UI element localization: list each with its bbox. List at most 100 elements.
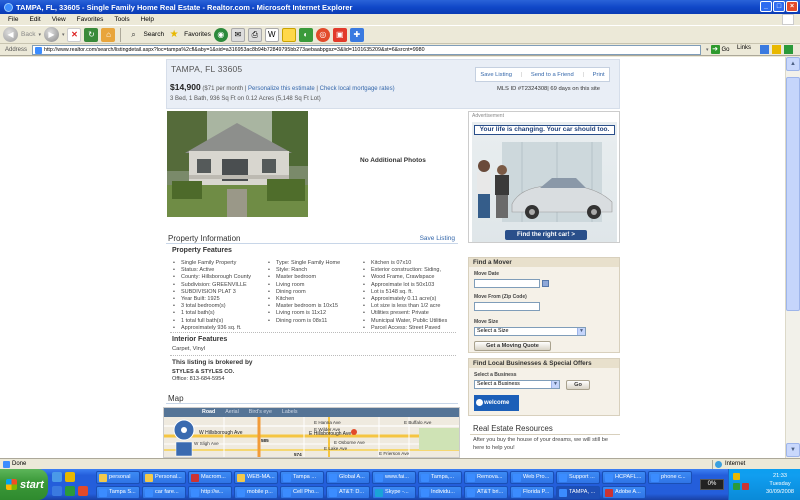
research-icon[interactable]: ◐ — [298, 27, 313, 42]
scroll-thumb[interactable] — [786, 77, 800, 311]
ie-quick-icon[interactable] — [52, 486, 62, 496]
map-tab-road[interactable]: Road — [202, 409, 215, 415]
taskbar-item[interactable]: Individu... — [418, 486, 462, 499]
menu-file[interactable]: File — [8, 16, 18, 23]
taskbar-item[interactable]: Skype -... — [372, 486, 416, 499]
map-tab-birdseye[interactable]: Bird's eye — [249, 409, 272, 415]
taskbar-item[interactable]: mobile p... — [234, 486, 278, 499]
taskbar-item-active[interactable]: TAMPA, ... — [556, 486, 600, 499]
address-dropdown-icon[interactable]: ▾ — [706, 47, 709, 53]
clock[interactable]: 21:33 Tuesday 30/09/2008 — [766, 472, 794, 496]
move-date-input[interactable] — [474, 279, 540, 288]
favorites-icon[interactable]: ★ — [167, 28, 181, 42]
taskbar-item[interactable]: Tampa ... — [280, 471, 324, 484]
links-label[interactable]: Links — [737, 45, 751, 51]
menu-edit[interactable]: Edit — [29, 16, 40, 23]
business-go-button[interactable]: Go — [566, 380, 590, 390]
forward-dropdown-icon[interactable]: ▾ — [62, 32, 65, 38]
business-select[interactable]: Select a Business ▼ — [474, 380, 560, 389]
home-icon[interactable]: ⌂ — [101, 27, 116, 42]
taskbar-item[interactable]: Florida P... — [510, 486, 554, 499]
app-quick-icon[interactable] — [65, 486, 75, 496]
print-icon[interactable]: ⎙ — [247, 27, 262, 42]
chevron-down-icon[interactable]: ▼ — [577, 328, 585, 335]
search-icon[interactable]: ⌕ — [126, 28, 140, 42]
addon-a-icon[interactable] — [760, 45, 769, 54]
taskbar-item[interactable]: Global A... — [326, 471, 370, 484]
start-button[interactable]: start — [0, 469, 48, 500]
search-label[interactable]: Search — [143, 31, 164, 38]
mortgage-link[interactable]: Check local mortgage rates) — [320, 86, 395, 92]
mail-icon[interactable]: ✉ — [230, 27, 245, 42]
addon-c-icon[interactable] — [784, 45, 793, 54]
folder-icon[interactable] — [65, 472, 75, 482]
addon-b-icon[interactable] — [772, 45, 781, 54]
go-button[interactable]: ▾ ➜ Go — [706, 45, 730, 54]
back-dropdown-icon[interactable]: ▾ — [38, 32, 41, 38]
map-tab-aerial[interactable]: Aerial — [225, 409, 239, 415]
taskbar-item[interactable]: http://w... — [188, 486, 232, 499]
taskbar-item[interactable]: phone c... — [648, 471, 692, 484]
taskbar-item[interactable]: Support ... — [556, 471, 600, 484]
move-from-input[interactable] — [474, 302, 540, 311]
edit-icon[interactable]: W — [264, 27, 279, 42]
property-save-link[interactable]: Save Listing — [420, 235, 455, 242]
minimize-button[interactable]: _ — [760, 1, 772, 12]
maximize-button[interactable]: □ — [773, 1, 785, 12]
car-ad[interactable]: Your life is changing. Your car should t… — [472, 122, 617, 242]
close-button[interactable]: × — [786, 1, 798, 12]
taskbar-item[interactable]: Macrom... — [188, 471, 232, 484]
taskbar-item[interactable]: AT&T bri... — [464, 486, 508, 499]
tray-icon[interactable] — [733, 473, 740, 480]
taskbar-item[interactable]: Adobe A... — [602, 486, 646, 499]
map-view[interactable]: Road Aerial Bird's eye Labels E Hanna Av… — [163, 407, 460, 458]
find-car-button[interactable]: Find the right car! > — [505, 230, 587, 240]
save-listing-link[interactable]: Save Listing — [480, 72, 512, 78]
percent-indicator[interactable]: 0% — [700, 479, 724, 490]
taskbar-item[interactable]: Tampa,... — [418, 471, 462, 484]
welcome-wagon-logo[interactable]: welcome wagon — [474, 395, 519, 422]
back-label[interactable]: Back — [21, 31, 35, 38]
addon-icon[interactable]: ◎ — [315, 27, 330, 42]
addon2-icon[interactable]: ▣ — [332, 27, 347, 42]
menu-help[interactable]: Help — [141, 16, 154, 23]
address-input[interactable]: http://www.realtor.com/search/listingdet… — [32, 45, 701, 55]
move-size-select[interactable]: Select a Size ▼ — [474, 327, 586, 336]
personalize-link[interactable]: Personalize this estimate — [248, 86, 315, 92]
map-tab-labels[interactable]: Labels — [282, 409, 298, 415]
tray-icon[interactable] — [742, 483, 749, 490]
calendar-icon[interactable] — [542, 280, 549, 287]
moving-quote-button[interactable]: Get a Moving Quote — [474, 341, 551, 351]
forward-icon[interactable]: ▶ — [43, 27, 59, 42]
app2-quick-icon[interactable] — [78, 486, 88, 496]
print-link[interactable]: Print — [593, 72, 605, 78]
scroll-up-button[interactable]: ▲ — [786, 57, 800, 71]
taskbar-item[interactable]: WEB-MA... — [234, 471, 278, 484]
taskbar-item[interactable]: Web Pro... — [510, 471, 554, 484]
taskbar-item[interactable]: Personal... — [142, 471, 186, 484]
taskbar-item[interactable]: Remova... — [464, 471, 508, 484]
menu-view[interactable]: View — [52, 16, 66, 23]
taskbar-item[interactable]: HCPAFL... — [602, 471, 646, 484]
chevron-down-icon[interactable]: ▼ — [551, 381, 559, 388]
tray-icon[interactable] — [733, 483, 740, 490]
favorites-label[interactable]: Favorites — [184, 31, 211, 38]
house-photo[interactable] — [167, 111, 308, 217]
taskbar-item[interactable]: car fare... — [142, 486, 186, 499]
vertical-scrollbar[interactable]: ▲ ▼ — [785, 57, 800, 458]
menu-favorites[interactable]: Favorites — [77, 16, 104, 23]
taskbar-item[interactable]: Tampa S... — [96, 486, 140, 499]
taskbar-item[interactable]: AT&T: D... — [326, 486, 370, 499]
back-icon[interactable]: ◀ — [3, 27, 18, 42]
go-label[interactable]: Go — [722, 47, 730, 53]
taskbar-item[interactable]: Cell Pho... — [280, 486, 324, 499]
media-icon[interactable]: ◉ — [213, 27, 228, 42]
menu-tools[interactable]: Tools — [114, 16, 129, 23]
taskbar-item[interactable]: personal — [96, 471, 140, 484]
send-to-friend-link[interactable]: Send to a Friend — [531, 72, 574, 78]
desktop-icon[interactable] — [52, 472, 62, 482]
refresh-icon[interactable]: ↻ — [84, 27, 99, 42]
addon3-icon[interactable]: ✚ — [349, 27, 364, 42]
go-arrow-icon[interactable]: ➜ — [710, 45, 720, 54]
messenger-icon[interactable] — [281, 27, 296, 42]
